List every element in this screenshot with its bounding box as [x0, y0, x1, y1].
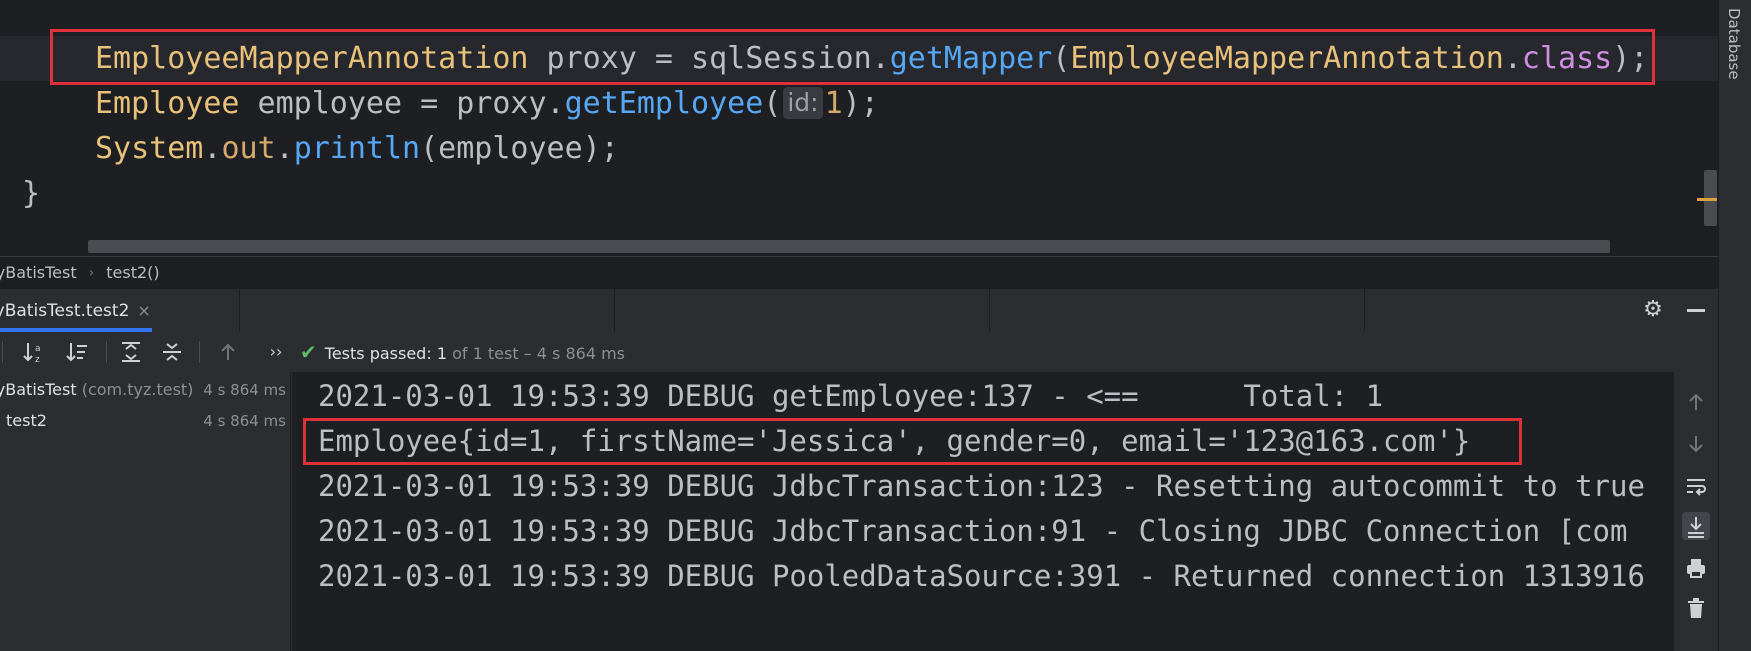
database-tool-button[interactable]: Database — [1725, 8, 1743, 80]
breadcrumb-method[interactable]: test2() — [106, 263, 159, 282]
method-token: getEmployee — [564, 86, 764, 121]
highlight-box-code — [50, 29, 1655, 85]
status-count: 1 — [436, 344, 447, 363]
tab-divider — [1364, 289, 1365, 333]
console-line: 2021-03-01 19:53:39 DEBUG JdbcTransactio… — [318, 514, 1628, 548]
code-text: . — [275, 131, 294, 166]
trash-icon[interactable] — [1682, 594, 1710, 622]
code-line-4[interactable]: } — [22, 171, 40, 216]
close-icon[interactable]: × — [137, 301, 150, 320]
code-line-3[interactable]: System.out.println(employee); — [95, 126, 619, 171]
parameter-hint: id: — [783, 87, 823, 119]
svg-text:a: a — [35, 344, 41, 354]
code-text: ( — [763, 86, 782, 121]
test-status: ✔ Tests passed: 1 of 1 test – 4 s 864 ms — [300, 332, 625, 372]
test-package: (com.tyz.test) — [81, 380, 194, 399]
test-duration: 4 s 864 ms — [203, 412, 286, 430]
code-text: employee = proxy. — [239, 86, 565, 121]
sort-alphabetically-icon[interactable]: az — [20, 338, 48, 366]
number-token: 1 — [824, 86, 843, 121]
test-toolbar: az ›› ✔ Tests passed: 1 of 1 test – 4 s 8… — [0, 332, 1718, 372]
more-actions-icon[interactable]: ›› — [262, 338, 290, 366]
scroll-up-icon[interactable] — [1682, 388, 1710, 416]
type-token: System — [95, 131, 204, 166]
tab-divider — [614, 289, 615, 333]
test-class-name: MyBatisTest — [0, 380, 77, 399]
right-tool-strip — [1718, 0, 1751, 651]
warning-marker[interactable] — [1697, 198, 1717, 201]
field-token: out — [221, 131, 276, 166]
scroll-to-end-icon[interactable] — [1682, 512, 1710, 540]
minimize-icon[interactable] — [1687, 309, 1705, 312]
scroll-down-icon[interactable] — [1682, 430, 1710, 458]
chevron-right-icon: › — [88, 264, 95, 281]
toolbar-separator — [2, 341, 3, 363]
method-token: println — [293, 131, 421, 166]
status-detail: of 1 test – 4 s 864 ms — [452, 344, 625, 363]
print-icon[interactable] — [1682, 554, 1710, 582]
test-method-name: test2 — [6, 411, 47, 430]
tree-item-test-class[interactable]: MyBatisTest (com.tyz.test) 4 s 864 ms — [0, 374, 291, 406]
tab-run-config[interactable]: MyBatisTest.test2 × — [0, 289, 152, 333]
collapse-all-icon[interactable] — [158, 338, 186, 366]
code-text: . — [203, 131, 222, 166]
toolbar-separator — [106, 341, 107, 363]
test-duration: 4 s 864 ms — [203, 381, 286, 399]
toolbar-separator — [199, 341, 200, 363]
tab-label: MyBatisTest.test2 — [0, 301, 130, 321]
console-side-toolbar — [1674, 372, 1718, 651]
test-tree: MyBatisTest (com.tyz.test) 4 s 864 ms te… — [0, 372, 291, 651]
gear-icon[interactable]: ⚙ — [1641, 298, 1665, 322]
console-line: 2021-03-01 19:53:39 DEBUG PooledDataSour… — [318, 559, 1645, 593]
status-label: Tests passed: — [324, 344, 432, 363]
console-output[interactable]: 2021-03-01 19:53:39 DEBUG getEmployee:13… — [292, 372, 1674, 651]
console-line: 2021-03-01 19:53:39 DEBUG getEmployee:13… — [318, 379, 1384, 413]
tree-item-test-method[interactable]: test2 4 s 864 ms — [0, 405, 291, 437]
horizontal-scrollbar[interactable] — [88, 240, 1610, 253]
console-line: 2021-03-01 19:53:39 DEBUG JdbcTransactio… — [318, 469, 1645, 503]
svg-text:z: z — [35, 355, 40, 365]
previous-failed-test-icon[interactable] — [214, 338, 242, 366]
breadcrumb: MyBatisTest › test2() — [0, 256, 1718, 288]
code-text: (employee); — [420, 131, 619, 166]
tab-divider — [989, 289, 990, 333]
soft-wrap-icon[interactable] — [1682, 472, 1710, 500]
code-line-2[interactable]: Employee employee = proxy.getEmployee(id… — [95, 81, 879, 126]
highlight-box-output — [303, 418, 1522, 465]
run-tab-strip: MyBatisTest.test2 × — [0, 288, 1718, 333]
check-icon: ✔ — [300, 340, 317, 364]
tab-divider — [239, 289, 240, 333]
expand-all-icon[interactable] — [117, 338, 145, 366]
breadcrumb-class[interactable]: MyBatisTest — [0, 263, 77, 282]
type-token: Employee — [95, 86, 240, 121]
code-text: ); — [842, 86, 879, 121]
sort-by-duration-icon[interactable] — [63, 338, 91, 366]
